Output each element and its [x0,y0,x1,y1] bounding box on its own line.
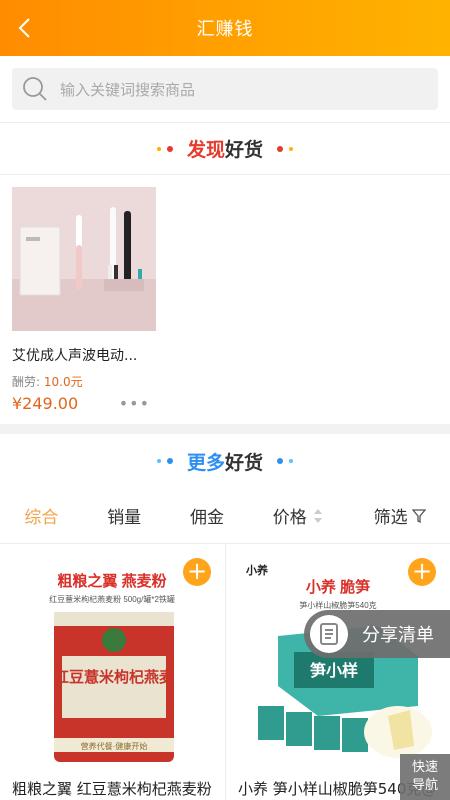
product-commission: 酬劳: 10.0元 [12,375,83,389]
box-text: 笋小样 [310,661,358,680]
back-button[interactable] [10,12,40,44]
goods-card[interactable]: 粗粮之翼 燕麦粉 红豆薏米枸杞燕麦粉 500g/罐*2铁罐 红豆薏米枸杞燕麦 营… [0,544,225,800]
banner-subtitle: 笋小样山椒脆笋540克 [299,600,376,610]
filter-icon [411,508,426,523]
quick-nav-button[interactable]: 快速 导航 [400,754,450,800]
tab-commission[interactable]: 佣金 [190,503,224,528]
decor-dots-right [277,458,294,464]
add-to-list-button[interactable]: + [408,558,436,586]
search-area: 输入关键词搜索商品 [0,56,450,122]
search-placeholder: 输入关键词搜索商品 [60,80,196,99]
decor-dots-left [156,458,173,464]
more-title: 更多好货 [186,451,264,474]
divider [0,424,450,434]
discover-title: 发现好货 [186,139,264,161]
list-icon [310,615,348,653]
share-list-button[interactable]: 分享清单 [304,610,450,658]
search-input[interactable]: 输入关键词搜索商品 [12,68,438,110]
decor-dots-right [277,145,294,152]
share-label: 分享清单 [362,625,434,646]
product-name: 艾优成人声波电动... [12,348,138,364]
goods-name: 粗粮之翼 红豆薏米枸杞燕麦粉 500g/罐*2铁罐 [12,780,212,798]
goods-image: 粗粮之翼 燕麦粉 红豆薏米枸杞燕麦粉 500g/罐*2铁罐 红豆薏米枸杞燕麦 营… [12,556,213,766]
banner-title: 粗粮之翼 燕麦粉 [57,572,166,590]
sort-tabs: 综合 销量 佣金 价格 筛选 [0,488,450,544]
tab-filter[interactable]: 筛选 [374,503,426,528]
banner-subtitle: 红豆薏米枸杞燕麦粉 500g/罐*2铁罐 [49,594,175,604]
decor-dots-left [156,145,173,152]
can-subtitle: 营养代餐·健康开始 [81,741,148,751]
page: 汇赚钱 输入关键词搜索商品 发现好货 艾优成人声波电动... 酬劳: 10.0元… [0,0,450,800]
discover-section: 艾优成人声波电动... 酬劳: 10.0元 ¥249.00 ••• [0,174,450,424]
add-to-list-button[interactable]: + [183,558,211,586]
goods-grid: 粗粮之翼 燕麦粉 红豆薏米枸杞燕麦粉 500g/罐*2铁罐 红豆薏米枸杞燕麦 营… [0,544,450,800]
tab-comprehensive[interactable]: 综合 [24,503,58,528]
sort-arrows-icon [313,508,322,523]
top-bar: 汇赚钱 [0,0,450,56]
banner-title: 小养 脆笋 [306,578,370,596]
tab-price[interactable]: 价格 [273,503,325,528]
chevron-left-icon [18,18,30,38]
page-title: 汇赚钱 [196,19,254,40]
product-card[interactable]: 艾优成人声波电动... 酬劳: 10.0元 ¥249.00 ••• [12,187,156,413]
search-icon [23,77,47,101]
tab-sales[interactable]: 销量 [107,503,141,528]
product-price: ¥249.00 [12,394,79,413]
product-image [12,187,156,331]
brand-logo: 小养 [245,563,269,577]
more-options-icon[interactable]: ••• [119,394,150,413]
discover-heading: 发现好货 [0,122,450,174]
goods-image: 小养 小养 脆笋 笋小样山椒脆笋540克 笋小样 + [238,556,438,766]
product-price-row: ¥249.00 ••• [12,394,156,413]
more-heading: 更多好货 [0,434,450,488]
can-text: 红豆薏米枸杞燕麦 [54,668,175,686]
